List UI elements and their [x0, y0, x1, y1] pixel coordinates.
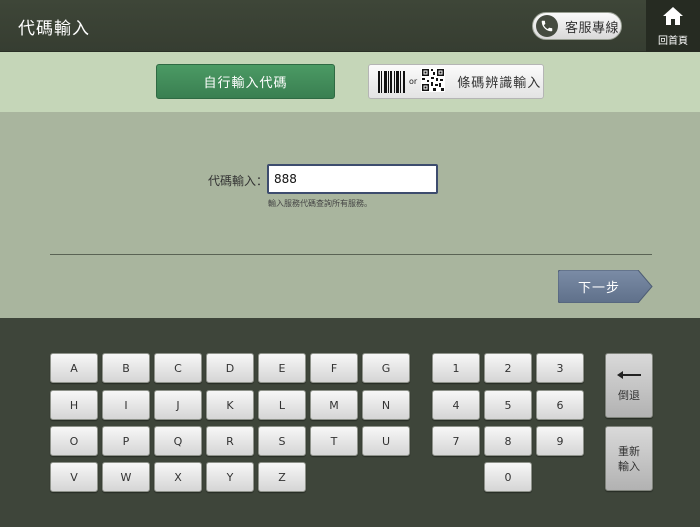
- key-z[interactable]: Z: [258, 462, 306, 492]
- backspace-key[interactable]: 倒退: [605, 353, 653, 418]
- next-button[interactable]: 下一步: [558, 270, 653, 303]
- key-1[interactable]: 1: [432, 353, 480, 383]
- code-hint: 輸入服務代碼查詢所有服務。: [268, 199, 372, 208]
- home-button[interactable]: 回首頁: [646, 0, 700, 52]
- manual-input-button[interactable]: 自行輸入代碼: [156, 64, 335, 99]
- key-y[interactable]: Y: [206, 462, 254, 492]
- backspace-label: 倒退: [618, 388, 640, 402]
- key-o[interactable]: O: [50, 426, 98, 456]
- qr-code-icon: [421, 67, 446, 96]
- home-label: 回首頁: [658, 35, 688, 47]
- reset-input-key[interactable]: 重新 輸入: [605, 426, 653, 491]
- key-k[interactable]: K: [206, 390, 254, 420]
- key-6[interactable]: 6: [536, 390, 584, 420]
- key-i[interactable]: I: [102, 390, 150, 420]
- hotline-label: 客服專線: [565, 20, 620, 36]
- code-label: 代碼輸入：: [208, 174, 269, 188]
- divider: [50, 254, 652, 255]
- key-u[interactable]: U: [362, 426, 410, 456]
- code-entry-panel: 代碼輸入： 輸入服務代碼查詢所有服務。 下一步: [0, 112, 700, 318]
- key-v[interactable]: V: [50, 462, 98, 492]
- key-c[interactable]: C: [154, 353, 202, 383]
- code-input[interactable]: [267, 164, 438, 194]
- arrow-left-icon: [617, 369, 641, 384]
- key-d[interactable]: D: [206, 353, 254, 383]
- next-label: 下一步: [577, 281, 620, 296]
- page-title: 代碼輸入: [18, 19, 90, 39]
- key-q[interactable]: Q: [154, 426, 202, 456]
- key-x[interactable]: X: [154, 462, 202, 492]
- header: 代碼輸入 客服專線 回首頁: [0, 0, 700, 52]
- key-8[interactable]: 8: [484, 426, 532, 456]
- home-icon: [662, 6, 684, 30]
- key-s[interactable]: S: [258, 426, 306, 456]
- scan-input-label: 條碼辨識輸入: [457, 76, 542, 91]
- phone-icon: [536, 15, 558, 37]
- key-f[interactable]: F: [310, 353, 358, 383]
- barcode-icon: [378, 70, 405, 93]
- key-3[interactable]: 3: [536, 353, 584, 383]
- key-j[interactable]: J: [154, 390, 202, 420]
- key-b[interactable]: B: [102, 353, 150, 383]
- key-t[interactable]: T: [310, 426, 358, 456]
- key-m[interactable]: M: [310, 390, 358, 420]
- key-h[interactable]: H: [50, 390, 98, 420]
- scan-input-button[interactable]: or 條碼辨識輸入: [368, 64, 544, 99]
- reset-label-line1: 重新: [618, 444, 640, 458]
- key-9[interactable]: 9: [536, 426, 584, 456]
- input-mode-bar: 自行輸入代碼 or 條碼辨識輸入: [0, 52, 700, 112]
- key-n[interactable]: N: [362, 390, 410, 420]
- hotline-button[interactable]: 客服專線: [532, 12, 622, 40]
- key-4[interactable]: 4: [432, 390, 480, 420]
- key-2[interactable]: 2: [484, 353, 532, 383]
- reset-label-line2: 輸入: [618, 459, 640, 473]
- key-r[interactable]: R: [206, 426, 254, 456]
- key-e[interactable]: E: [258, 353, 306, 383]
- key-7[interactable]: 7: [432, 426, 480, 456]
- key-w[interactable]: W: [102, 462, 150, 492]
- key-l[interactable]: L: [258, 390, 306, 420]
- key-0[interactable]: 0: [484, 462, 532, 492]
- key-5[interactable]: 5: [484, 390, 532, 420]
- or-label: or: [409, 77, 418, 86]
- key-g[interactable]: G: [362, 353, 410, 383]
- key-a[interactable]: A: [50, 353, 98, 383]
- key-p[interactable]: P: [102, 426, 150, 456]
- on-screen-keyboard: A B C D E F G H I J K L M N O P Q R S T …: [0, 318, 700, 527]
